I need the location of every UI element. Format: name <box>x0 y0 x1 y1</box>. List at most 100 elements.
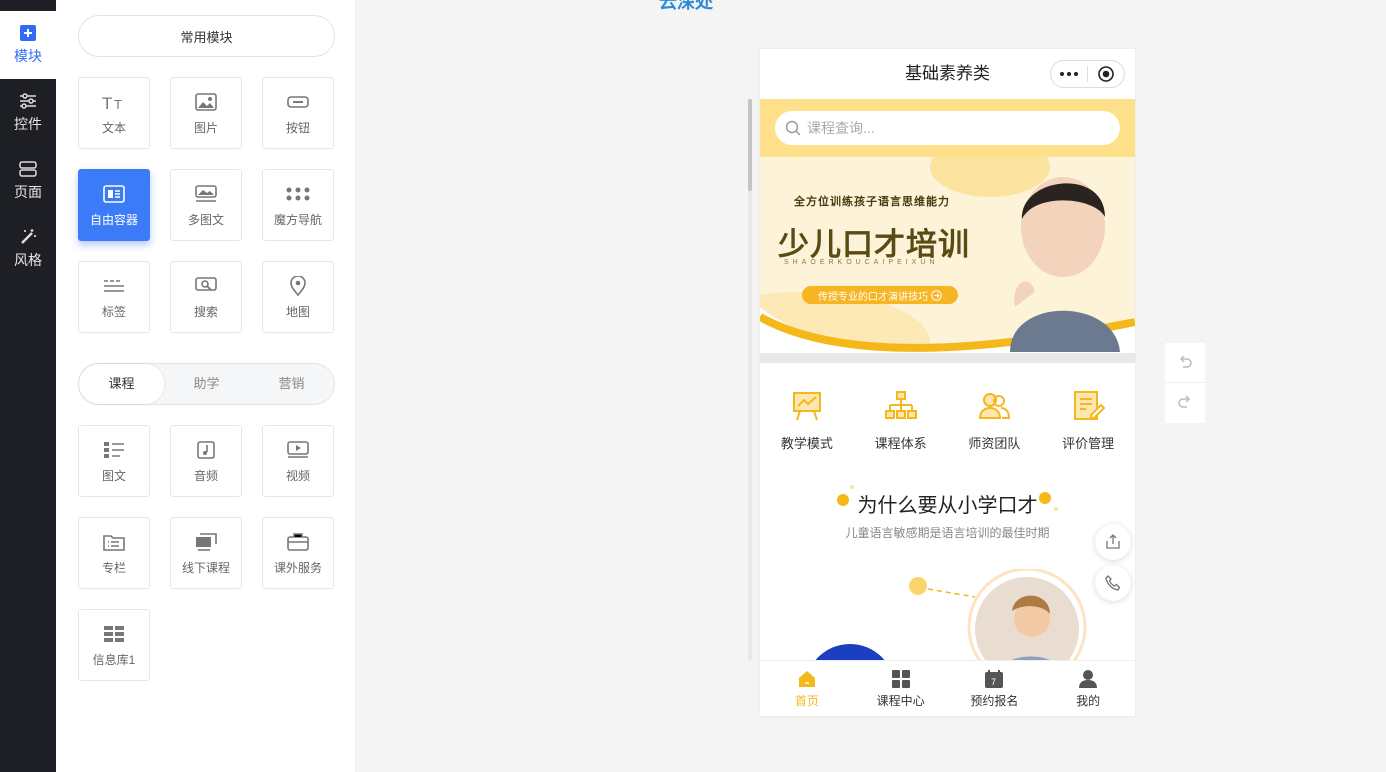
common-modules-header[interactable]: 常用模块 <box>78 15 335 57</box>
tile-video[interactable]: 视频 <box>262 425 334 497</box>
promo-banner[interactable]: 全方位训练孩子语言思维能力 少儿口才培训 SHAOERKOUCAIPEIXUN … <box>760 157 1135 363</box>
tabbar-label: 预约报名 <box>970 693 1019 708</box>
search-icon <box>194 275 218 297</box>
redo-button[interactable] <box>1165 383 1205 423</box>
image-text-icon <box>102 439 126 461</box>
feature-label: 课程体系 <box>874 436 927 451</box>
banner-cta-button[interactable]: 传授专业的口才演讲技巧 <box>802 286 958 304</box>
tile-map[interactable]: 地图 <box>262 261 334 333</box>
feature-evaluation-management[interactable]: 评价管理 <box>1041 389 1135 473</box>
tile-text[interactable]: TT 文本 <box>78 77 150 149</box>
tile-free-container[interactable]: 自由容器 <box>78 169 150 241</box>
tile-label: 多图文 <box>187 212 224 227</box>
magic-wand-icon <box>19 228 37 246</box>
tile-extracurricular-service[interactable]: 课外服务 <box>262 517 334 589</box>
canvas-scroll-thumb[interactable] <box>748 99 752 191</box>
course-search-input[interactable]: 课程查询... <box>775 111 1120 145</box>
cube-nav-icon <box>286 183 310 205</box>
tab-study-aid[interactable]: 助学 <box>164 364 249 404</box>
container-icon <box>102 183 126 205</box>
tile-multi-image-text[interactable]: 多图文 <box>170 169 242 241</box>
text-icon: TT <box>102 91 126 113</box>
offline-course-icon <box>194 531 218 553</box>
left-rail: 模块 控件 页面 风格 <box>0 0 56 772</box>
evaluation-icon <box>1074 391 1106 420</box>
search-placeholder: 课程查询... <box>807 120 875 136</box>
close-target-icon[interactable] <box>1088 61 1124 87</box>
tile-label: 音频 <box>193 468 218 483</box>
feature-label: 评价管理 <box>1062 436 1115 451</box>
phone-icon <box>1105 575 1121 591</box>
tile-audio[interactable]: 音频 <box>170 425 242 497</box>
rail-item-controls[interactable]: 控件 <box>0 79 56 147</box>
banner-cta-label: 传授专业的口才演讲技巧 <box>818 291 928 303</box>
rail-item-style[interactable]: 风格 <box>0 215 56 283</box>
share-icon <box>1106 534 1120 549</box>
svg-text:T: T <box>102 94 112 111</box>
tile-image-text[interactable]: 图文 <box>78 425 150 497</box>
tile-label: 视频 <box>285 468 310 483</box>
image-icon <box>194 91 218 113</box>
feature-faculty-team[interactable]: 师资团队 <box>948 389 1042 473</box>
map-pin-icon <box>286 275 310 297</box>
rail-label: 模块 <box>14 48 42 64</box>
undo-button[interactable] <box>1165 343 1205 383</box>
button-icon <box>286 91 310 113</box>
column-icon <box>102 531 126 553</box>
feature-label: 师资团队 <box>968 436 1021 451</box>
rail-label: 页面 <box>14 184 42 200</box>
module-panel: 常用模块 TT 文本 图片 按钮 自由容器 多图文 魔方导航 标签 搜索 地图 … <box>56 0 356 772</box>
more-dots-icon[interactable] <box>1051 61 1087 87</box>
canvas-scrollbar[interactable] <box>748 99 752 660</box>
undo-icon <box>1179 354 1192 368</box>
module-category-tabs: 课程 助学 营销 <box>78 363 335 405</box>
tile-label: 课外服务 <box>273 560 322 575</box>
rail-item-modules[interactable]: 模块 <box>0 11 56 79</box>
svg-text:T: T <box>114 97 122 111</box>
tile-label: 文本 <box>101 120 126 135</box>
tile-label: 搜索 <box>193 304 218 319</box>
video-icon <box>286 439 310 461</box>
tile-label: 信息库1 <box>92 652 136 667</box>
feature-nav: 教学模式 课程体系 师资团队 评价管理 <box>760 363 1135 473</box>
tile-column[interactable]: 专栏 <box>78 517 150 589</box>
tabbar-course-center[interactable]: 课程中心 <box>854 661 948 716</box>
tile-search[interactable]: 搜索 <box>170 261 242 333</box>
tile-label: 魔方导航 <box>273 212 322 227</box>
tile-label: 自由容器 <box>89 212 138 227</box>
tabbar-booking[interactable]: 7 预约报名 <box>948 661 1042 716</box>
tile-label: 按钮 <box>285 120 310 135</box>
rail-item-pages[interactable]: 页面 <box>0 147 56 215</box>
sliders-icon <box>19 92 37 110</box>
history-controls <box>1165 343 1205 423</box>
tile-image[interactable]: 图片 <box>170 77 242 149</box>
tile-tag[interactable]: 标签 <box>78 261 150 333</box>
feature-teaching-mode[interactable]: 教学模式 <box>760 389 854 473</box>
tile-cube-nav[interactable]: 魔方导航 <box>262 169 334 241</box>
tab-course[interactable]: 课程 <box>79 364 164 404</box>
phone-preview: 基础素养类 课程查询... 全方位训练孩子语言思维能力 少儿口才培训 SHAOE… <box>760 49 1135 716</box>
why-decorations <box>837 485 1058 511</box>
call-button[interactable] <box>1095 565 1131 601</box>
tile-button[interactable]: 按钮 <box>262 77 334 149</box>
share-button[interactable] <box>1095 524 1131 560</box>
redo-icon <box>1178 395 1191 408</box>
feature-course-system[interactable]: 课程体系 <box>854 389 948 473</box>
tabbar-home[interactable]: 首页 <box>760 661 854 716</box>
teaching-board-icon <box>792 392 821 421</box>
team-icon <box>979 393 1011 419</box>
tabbar-label: 课程中心 <box>876 693 925 708</box>
tabbar-label: 首页 <box>794 693 819 708</box>
phone-navbar: 基础素养类 <box>760 49 1135 99</box>
grid-icon <box>102 623 126 645</box>
tile-label: 图文 <box>101 468 126 483</box>
tile-info-library[interactable]: 信息库1 <box>78 609 150 681</box>
tile-offline-course[interactable]: 线下课程 <box>170 517 242 589</box>
mini-program-capsule <box>1050 60 1125 88</box>
tabbar-mine[interactable]: 我的 <box>1041 661 1135 716</box>
rail-label: 风格 <box>14 252 42 268</box>
hierarchy-icon <box>884 391 917 419</box>
feature-label: 教学模式 <box>780 436 833 451</box>
tab-marketing[interactable]: 营销 <box>249 364 334 404</box>
user-icon <box>1079 669 1098 688</box>
